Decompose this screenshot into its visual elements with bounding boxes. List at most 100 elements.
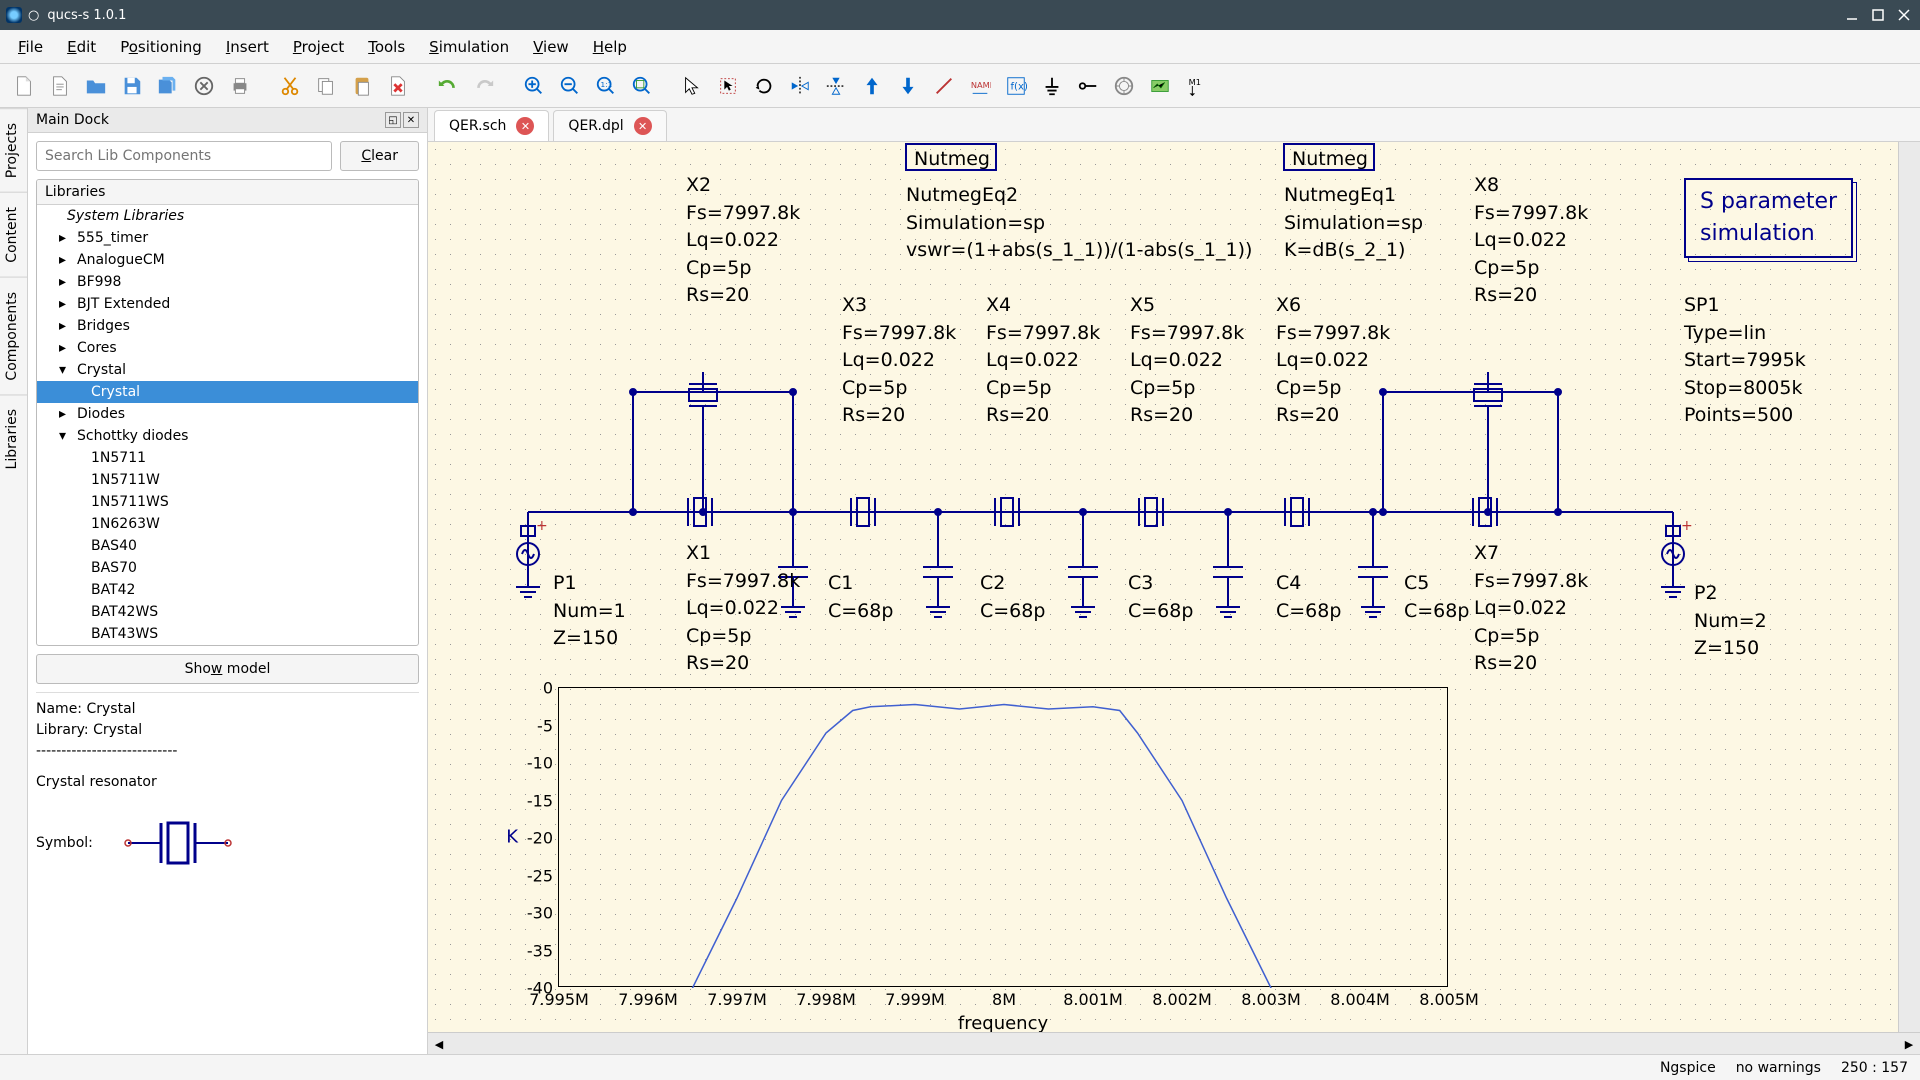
horizontal-scrollbar[interactable]: ◀ ▶ [428,1032,1920,1054]
close-file-icon[interactable] [188,70,220,102]
menu-file[interactable]: File [6,32,55,62]
label-nutmegeq1: NutmegEq1 Simulation=sp K=dB(s_2_1) [1284,182,1423,265]
rotate-icon[interactable] [748,70,780,102]
marker-icon[interactable]: M1 [1180,70,1212,102]
label-nutmegeq2: NutmegEq2 Simulation=sp vswr=(1+abs(s_1_… [906,182,1252,265]
tree-bas40[interactable]: BAS40 [37,535,418,557]
tree-bat42ws[interactable]: BAT42WS [37,601,418,623]
tree-bf998[interactable]: BF998 [37,271,418,293]
dock-close-icon[interactable]: ✕ [403,112,419,128]
simulate-icon[interactable] [1108,70,1140,102]
tree-bjt-extended[interactable]: BJT Extended [37,293,418,315]
copy-icon[interactable] [310,70,342,102]
minimize-button[interactable] [1842,5,1862,25]
menu-simulation[interactable]: Simulation [417,32,521,62]
tree-cores[interactable]: Cores [37,337,418,359]
tree-crystal-crystal[interactable]: Crystal [37,381,418,403]
maximize-button[interactable] [1868,5,1888,25]
tree-diodes[interactable]: Diodes [37,403,418,425]
menu-insert[interactable]: Insert [214,32,281,62]
tree-1n5711[interactable]: 1N5711 [37,447,418,469]
tree-bas70[interactable]: BAS70 [37,557,418,579]
dock-float-icon[interactable]: ◱ [385,112,401,128]
zoom-fit-icon[interactable]: 1:1 [590,70,622,102]
show-model-button[interactable]: Show model [36,654,419,684]
close-button[interactable] [1894,5,1914,25]
scroll-left-icon[interactable]: ◀ [428,1033,450,1055]
print-icon[interactable] [224,70,256,102]
go-into-icon[interactable] [856,70,888,102]
sidetab-projects[interactable]: Projects [0,108,27,192]
tab-qer-dpl[interactable]: QER.dpl ✕ [553,110,666,141]
tree-1n5711w[interactable]: 1N5711W [37,469,418,491]
select-marker-icon[interactable] [712,70,744,102]
equation-icon[interactable]: f(x) [1000,70,1032,102]
paste-icon[interactable] [346,70,378,102]
select-icon[interactable] [676,70,708,102]
status-warnings: no warnings [1736,1060,1821,1076]
menu-help[interactable]: Help [581,32,639,62]
delete-icon[interactable] [382,70,414,102]
chart-xlabel: frequency [958,1013,1048,1032]
status-bar: Ngspice no warnings 250 : 157 [0,1054,1920,1080]
libraries-header: Libraries [37,180,418,205]
close-tab-icon[interactable]: ✕ [634,117,652,135]
svg-text:NAME: NAME [971,79,991,89]
label-c5: C5 C=68p [1404,570,1469,625]
tree-555-timer[interactable]: 555_timer [37,227,418,249]
menu-tools[interactable]: Tools [356,32,417,62]
sidetab-components[interactable]: Components [0,277,27,395]
wire-label-icon[interactable]: NAME [964,70,996,102]
status-engine: Ngspice [1660,1060,1716,1076]
vertical-scrollbar[interactable] [1898,142,1920,1032]
zoom-in-icon[interactable] [518,70,550,102]
tree-bridges[interactable]: Bridges [37,315,418,337]
menu-positioning[interactable]: Positioning [108,32,214,62]
search-input[interactable] [36,141,332,171]
menu-edit[interactable]: Edit [55,32,108,62]
window-menu-icon[interactable]: ○ [28,8,39,23]
result-chart: K 0-5-10-15-20-25-30-35-407.995M7.996M7.… [558,687,1448,987]
tree-schottky[interactable]: Schottky diodes [37,425,418,447]
sidetab-libraries[interactable]: Libraries [0,394,27,483]
svg-text:+: + [536,518,548,534]
undo-icon[interactable] [432,70,464,102]
redo-icon[interactable] [468,70,500,102]
tree-analoguecm[interactable]: AnalogueCM [37,249,418,271]
menu-project[interactable]: Project [281,32,356,62]
wire-icon[interactable] [928,70,960,102]
mirror-x-icon[interactable] [784,70,816,102]
save-all-icon[interactable] [152,70,184,102]
zoom-all-icon[interactable] [626,70,658,102]
ground-icon[interactable] [1036,70,1068,102]
port-icon[interactable] [1072,70,1104,102]
dpl-sch-icon[interactable] [1144,70,1176,102]
new-file-icon[interactable] [8,70,40,102]
document-tabs: QER.sch ✕ QER.dpl ✕ [428,108,1920,142]
label-x5: X5 Fs=7997.8k Lq=0.022 Cp=5p Rs=20 [1130,292,1244,430]
clear-button[interactable]: Clear [340,141,419,171]
new-text-icon[interactable] [44,70,76,102]
tree-1n6263w[interactable]: 1N6263W [37,513,418,535]
label-x8: X8 Fs=7997.8k Lq=0.022 Cp=5p Rs=20 [1474,172,1588,310]
tree-bat43ws[interactable]: BAT43WS [37,623,418,645]
save-icon[interactable] [116,70,148,102]
pop-out-icon[interactable] [892,70,924,102]
tree-crystal[interactable]: Crystal [37,359,418,381]
cut-icon[interactable] [274,70,306,102]
menu-view[interactable]: View [521,32,581,62]
library-tree[interactable]: System Libraries 555_timer AnalogueCM BF… [37,205,418,645]
sidetab-content[interactable]: Content [0,192,27,277]
tree-bat42[interactable]: BAT42 [37,579,418,601]
zoom-out-icon[interactable] [554,70,586,102]
toolbar: 1:1 NAME f(x) M1 [0,64,1920,108]
schematic-canvas[interactable]: + + [428,142,1920,1032]
close-tab-icon[interactable]: ✕ [516,117,534,135]
mirror-y-icon[interactable] [820,70,852,102]
svg-text:f(x): f(x) [1011,81,1028,92]
label-sp1: SP1 Type=lin Start=7995k Stop=8005k Poin… [1684,292,1806,430]
tree-1n5711ws[interactable]: 1N5711WS [37,491,418,513]
scroll-right-icon[interactable]: ▶ [1898,1033,1920,1055]
tab-qer-sch[interactable]: QER.sch ✕ [434,110,549,141]
open-icon[interactable] [80,70,112,102]
